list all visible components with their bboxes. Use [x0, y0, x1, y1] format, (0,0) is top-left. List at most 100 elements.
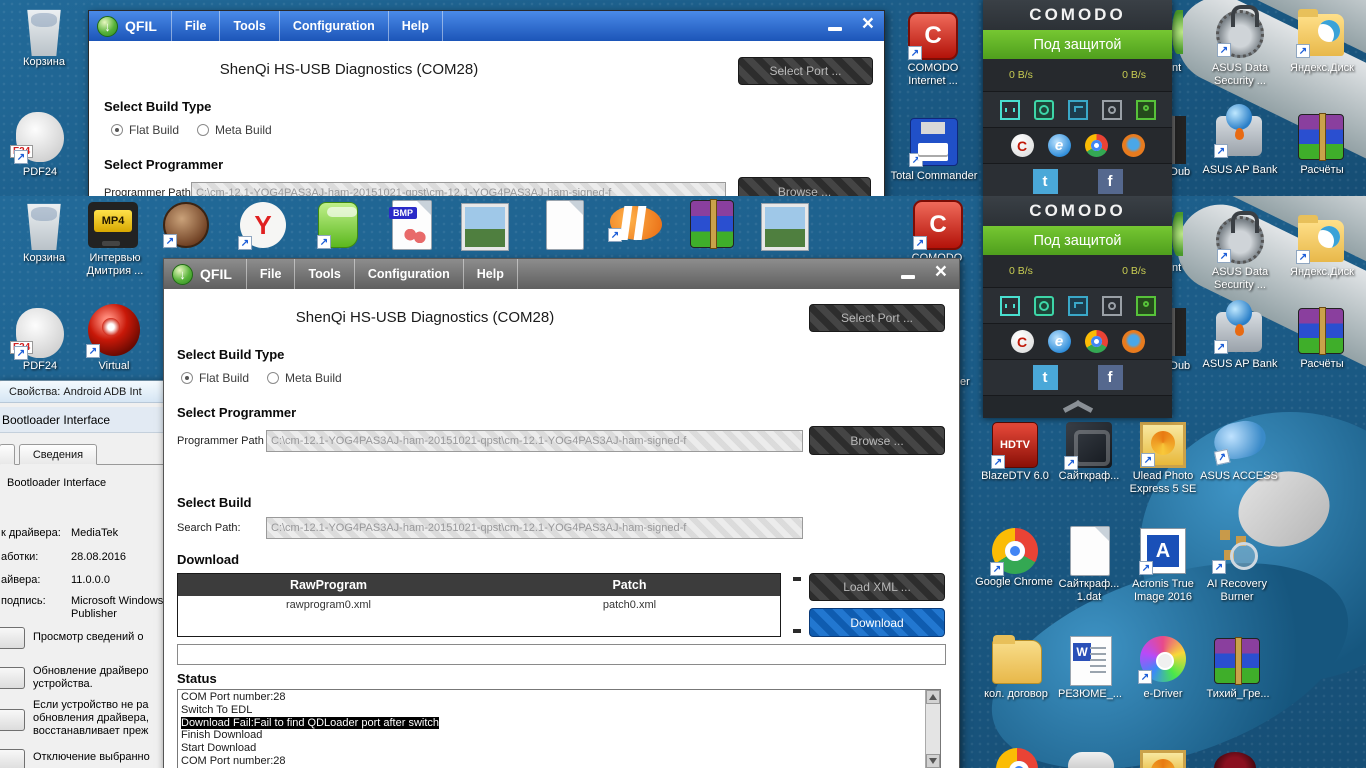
- comodo-dragon-icon[interactable]: C: [1010, 330, 1034, 353]
- status-line[interactable]: COM Port number:28: [181, 755, 922, 768]
- menu-file[interactable]: File: [170, 11, 220, 41]
- clipped-gamepad-icon[interactable]: [1068, 752, 1114, 768]
- ai-recovery-icon[interactable]: [1212, 526, 1260, 574]
- pdf24-icon[interactable]: F24: [10, 308, 64, 360]
- minimize-button[interactable]: [828, 27, 842, 31]
- clipped-icon[interactable]: [1140, 750, 1186, 768]
- meta-build-label[interactable]: Meta Build: [285, 371, 342, 385]
- status-line[interactable]: COM Port number:28: [181, 691, 922, 704]
- close-button[interactable]: ×: [935, 261, 947, 283]
- clipped-icon[interactable]: [1214, 752, 1256, 768]
- tikhiy-rar-icon[interactable]: [1214, 637, 1260, 685]
- status-scrollbar[interactable]: [925, 690, 940, 768]
- yandex-disk-icon[interactable]: [1296, 9, 1344, 58]
- disable-device-button[interactable]: [0, 749, 25, 768]
- recycle-bin-icon[interactable]: [27, 203, 61, 250]
- rar-archive-icon[interactable]: [690, 199, 734, 249]
- comodo-internet-icon[interactable]: C: [913, 200, 963, 250]
- flat-build-radio[interactable]: [181, 372, 193, 384]
- blazedtv-icon[interactable]: HDTV: [991, 422, 1038, 469]
- status-line[interactable]: Switch To EDL: [181, 704, 922, 717]
- table-row[interactable]: rawprogram0.xml patch0.xml: [178, 599, 780, 617]
- tab-driver[interactable]: [0, 444, 15, 465]
- menu-tools[interactable]: Tools: [294, 259, 353, 289]
- menu-tools[interactable]: Tools: [219, 11, 278, 41]
- user-shield-icon[interactable]: [1135, 99, 1156, 120]
- status-line[interactable]: Start Download: [181, 742, 922, 755]
- qfil-window-foreground[interactable]: QFIL File Tools Configuration Help × She…: [163, 258, 960, 768]
- document-file-icon[interactable]: [546, 200, 584, 250]
- asus-data-security-icon[interactable]: [1216, 211, 1264, 264]
- menu-help[interactable]: Help: [462, 259, 518, 289]
- sandbox-icon[interactable]: [999, 295, 1020, 316]
- recycle-bin-icon[interactable]: [27, 9, 61, 56]
- twitter-icon[interactable]: t: [1032, 365, 1058, 390]
- menu-help[interactable]: Help: [387, 11, 443, 41]
- device-properties-dialog[interactable]: Свойства: Android ADB Int Bootloader Int…: [0, 380, 168, 768]
- interview-video-icon[interactable]: MP4: [88, 202, 138, 248]
- qip-icon[interactable]: [317, 202, 358, 249]
- browse-button[interactable]: Browse ...: [809, 426, 945, 455]
- virtual-icon[interactable]: [86, 304, 140, 358]
- status-line[interactable]: Finish Download: [181, 729, 922, 742]
- meta-build-radio[interactable]: [267, 372, 279, 384]
- titlebar[interactable]: QFIL File Tools Configuration Help: [164, 259, 959, 289]
- select-port-button[interactable]: Select Port ...: [738, 57, 873, 85]
- browse-button[interactable]: Browse ...: [738, 177, 871, 196]
- tab-details[interactable]: Сведения: [19, 444, 97, 465]
- image-file-icon[interactable]: [461, 203, 509, 251]
- total-commander-icon[interactable]: [909, 118, 958, 167]
- asus-ap-bank-icon[interactable]: [1214, 104, 1262, 158]
- sitecraft-dat-icon[interactable]: [1070, 526, 1110, 576]
- rollback-driver-button[interactable]: [0, 709, 25, 731]
- edriver-cd-icon[interactable]: [1138, 636, 1186, 684]
- programmer-path-field[interactable]: C:\cm-12.1-YOG4PAS3AJ-ham-20151021-qpst\…: [266, 430, 803, 452]
- firefox-icon[interactable]: [1121, 330, 1145, 353]
- flat-build-radio[interactable]: [111, 124, 123, 136]
- load-xml-button[interactable]: Load XML ...: [809, 573, 945, 601]
- status-log[interactable]: COM Port number:28 Switch To EDL Downloa…: [177, 689, 941, 768]
- scan-icon[interactable]: [1101, 295, 1122, 316]
- raschety-icon[interactable]: [1298, 307, 1344, 355]
- menu-configuration[interactable]: Configuration: [353, 259, 463, 289]
- clownfish-icon[interactable]: [608, 206, 662, 242]
- download-table[interactable]: RawProgram Patch rawprogram0.xml patch0.…: [177, 573, 781, 637]
- programmer-path-field[interactable]: C:\cm-12.1-YOG4PAS3AJ-ham-20151021-qpst\…: [191, 182, 726, 196]
- update-icon[interactable]: [1033, 295, 1054, 316]
- kol-dogovor-folder-icon[interactable]: [992, 635, 1042, 684]
- driver-details-button[interactable]: [0, 627, 25, 649]
- sitecraft-icon[interactable]: [1064, 422, 1112, 470]
- user-shield-icon[interactable]: [1135, 295, 1156, 316]
- avatar-shortcut-icon[interactable]: [163, 202, 209, 248]
- raschety-icon[interactable]: [1298, 113, 1344, 161]
- protection-status[interactable]: Под защитой: [983, 226, 1172, 255]
- firefox-icon[interactable]: [1121, 134, 1145, 157]
- facebook-icon[interactable]: f: [1097, 169, 1123, 194]
- scroll-down-button[interactable]: [926, 754, 940, 768]
- update-driver-button[interactable]: [0, 667, 25, 689]
- dialog-titlebar[interactable]: Свойства: Android ADB Int: [0, 381, 167, 403]
- twitter-icon[interactable]: t: [1032, 169, 1058, 194]
- task-manager-icon[interactable]: [1067, 99, 1088, 120]
- yandex-browser-icon[interactable]: Y: [238, 202, 286, 250]
- pdf24-icon[interactable]: F24: [10, 112, 64, 164]
- internet-explorer-icon[interactable]: e: [1047, 330, 1071, 353]
- meta-build-label[interactable]: Meta Build: [215, 123, 272, 137]
- yandex-disk-icon[interactable]: [1296, 215, 1344, 264]
- chrome-icon[interactable]: [1084, 330, 1108, 353]
- flat-build-label[interactable]: Flat Build: [199, 371, 249, 385]
- chrome-icon[interactable]: [1084, 134, 1108, 157]
- facebook-icon[interactable]: f: [1097, 365, 1123, 390]
- widget-collapse-chevron-icon[interactable]: [1063, 400, 1093, 412]
- titlebar[interactable]: QFIL File Tools Configuration Help: [89, 11, 884, 41]
- status-line-selected[interactable]: Download Fail:Fail to find QDLoader port…: [181, 716, 922, 730]
- download-button[interactable]: Download: [809, 608, 945, 637]
- asus-data-security-icon[interactable]: [1216, 5, 1264, 58]
- update-icon[interactable]: [1033, 99, 1054, 120]
- qfil-window-background[interactable]: QFIL File Tools Configuration Help × She…: [88, 10, 885, 196]
- protection-status[interactable]: Под защитой: [983, 30, 1172, 59]
- comodo-internet-icon[interactable]: C: [908, 12, 958, 60]
- task-manager-icon[interactable]: [1067, 295, 1088, 316]
- image-file-icon[interactable]: [761, 203, 809, 251]
- menu-configuration[interactable]: Configuration: [278, 11, 388, 41]
